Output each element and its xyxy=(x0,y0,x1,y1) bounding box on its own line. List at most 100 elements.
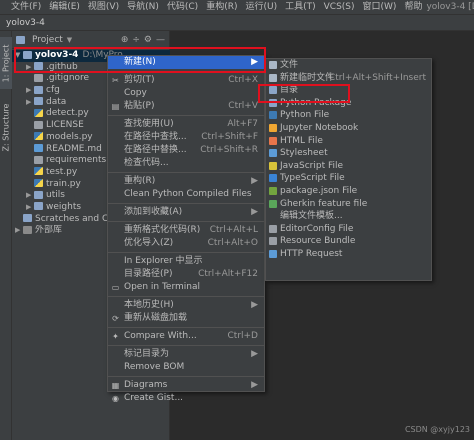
locate-icon[interactable]: ⊕ xyxy=(121,35,129,45)
submenu-item[interactable]: Python Package xyxy=(266,97,431,110)
context-menu-item[interactable]: 目录路径(P) Ctrl+Alt+F12 xyxy=(108,268,264,281)
shortcut-label: ▶ xyxy=(251,207,258,217)
context-menu-item[interactable]: 新建(N) ▶ xyxy=(108,56,264,69)
submenu-item[interactable]: 新建临时文件 Ctrl+Alt+Shift+Insert xyxy=(266,72,431,85)
file-type-icon xyxy=(269,111,277,120)
context-menu-item[interactable]: Remove BOM xyxy=(108,361,264,374)
chevron-right-icon[interactable]: ▶ xyxy=(26,85,34,97)
chevron-right-icon[interactable]: ▶ xyxy=(26,97,34,109)
menu-separator xyxy=(108,115,264,116)
menu-item[interactable]: 视图(V) xyxy=(84,0,123,15)
project-folder-icon xyxy=(16,35,25,44)
menu-item[interactable]: 代码(C) xyxy=(163,0,202,15)
submenu-item-label: HTTP Request xyxy=(280,248,343,259)
context-menu-item-label: 优化导入(Z) xyxy=(124,238,174,248)
submenu-item-label: HTML File xyxy=(280,135,323,146)
context-menu-item[interactable]: 本地历史(H) ▶ xyxy=(108,299,264,312)
folder-icon xyxy=(34,62,43,71)
context-menu-item[interactable]: 在路径中查找... Ctrl+Shift+F xyxy=(108,131,264,144)
chevron-right-icon[interactable]: ▶ xyxy=(26,190,34,202)
tree-item-label: README.md xyxy=(46,143,102,154)
menu-separator xyxy=(108,296,264,297)
submenu-item[interactable]: 编辑文件模板... xyxy=(266,210,431,223)
submenu-item-label: package.json File xyxy=(280,185,358,196)
context-menu-item[interactable]: In Explorer 中显示 xyxy=(108,255,264,268)
submenu-item[interactable]: Python File xyxy=(266,109,431,122)
context-menu-item[interactable]: 标记目录为 ▶ xyxy=(108,348,264,361)
submenu-item[interactable]: HTML File xyxy=(266,135,431,148)
tab-structure[interactable]: Z: Structure xyxy=(0,95,12,159)
context-menu-item[interactable]: Copy xyxy=(108,87,264,100)
submenu-item[interactable]: 文件 xyxy=(266,59,431,72)
file-type-icon xyxy=(269,73,277,82)
chevron-down-icon[interactable]: ▼ xyxy=(67,36,72,44)
context-menu-item[interactable]: 重新格式化代码(R) Ctrl+Alt+L xyxy=(108,224,264,237)
context-menu-item[interactable]: ◉ Create Gist... xyxy=(108,392,264,405)
submenu-item[interactable]: Gherkin feature file xyxy=(266,198,431,211)
submenu-item[interactable]: TypeScript File xyxy=(266,172,431,185)
submenu-item[interactable]: 目录 xyxy=(266,84,431,97)
shortcut-label: Ctrl+X xyxy=(228,75,258,85)
hide-icon[interactable]: — xyxy=(156,35,165,45)
submenu-item[interactable]: EditorConfig File xyxy=(266,223,431,236)
context-menu-item[interactable]: 重构(R) ▶ xyxy=(108,175,264,188)
context-menu-item-label: In Explorer 中显示 xyxy=(124,256,203,266)
context-menu-item[interactable]: 查找使用(U) Alt+F7 xyxy=(108,118,264,131)
menu-separator xyxy=(108,203,264,204)
menu-item[interactable]: 工具(T) xyxy=(281,0,320,15)
context-menu-item[interactable]: ✂ 剪切(T) Ctrl+X xyxy=(108,74,264,87)
menu-item[interactable]: 重构(R) xyxy=(202,0,241,15)
submenu-item[interactable]: HTTP Request xyxy=(266,248,431,261)
shortcut-label: Ctrl+Shift+R xyxy=(200,145,258,155)
tree-item-label: cfg xyxy=(46,85,60,96)
context-menu-item[interactable]: 检查代码... xyxy=(108,157,264,170)
context-menu-item[interactable]: ⟳ 重新从磁盘加载 xyxy=(108,312,264,325)
context-menu-item-label: 新建(N) xyxy=(124,57,156,67)
context-menu-item-label: Open in Terminal xyxy=(124,282,200,292)
submenu-item-label: Jupyter Notebook xyxy=(280,122,359,133)
submenu-item[interactable]: package.json File xyxy=(266,185,431,198)
shortcut-label: Ctrl+Alt+F12 xyxy=(198,269,258,279)
submenu-item[interactable]: Stylesheet xyxy=(266,147,431,160)
file-type-icon xyxy=(269,224,277,233)
submenu-item[interactable]: JavaScript File xyxy=(266,160,431,173)
submenu-item-label: TypeScript File xyxy=(280,173,345,184)
submenu-item[interactable]: Resource Bundle xyxy=(266,235,431,248)
chevron-right-icon[interactable]: ▶ xyxy=(26,62,34,74)
context-menu-item[interactable]: ▭ Open in Terminal xyxy=(108,281,264,294)
submenu-item[interactable]: Jupyter Notebook xyxy=(266,122,431,135)
context-menu-item[interactable]: 在路径中替换... Ctrl+Shift+R xyxy=(108,144,264,157)
menu-separator xyxy=(108,327,264,328)
menu-item[interactable]: VCS(S) xyxy=(320,0,359,15)
collapse-icon[interactable]: ÷ xyxy=(132,35,140,45)
chevron-right-icon[interactable]: ▶ xyxy=(26,202,34,214)
gear-icon[interactable]: ⚙ xyxy=(144,35,152,45)
menu-item-icon: ✂ xyxy=(112,76,119,85)
project-pane-title[interactable]: Project xyxy=(32,35,63,45)
context-menu-item[interactable]: Clean Python Compiled Files xyxy=(108,188,264,201)
chevron-down-icon[interactable]: ▼ xyxy=(15,50,23,62)
navigation-bar: yolov3-4 xyxy=(0,15,474,31)
context-menu-item[interactable]: 添加到收藏(A) ▶ xyxy=(108,206,264,219)
context-menu-item[interactable]: ▦ Diagrams ▶ xyxy=(108,379,264,392)
tab-project[interactable]: 1: Project xyxy=(0,37,12,89)
menu-item[interactable]: 窗口(W) xyxy=(359,0,401,15)
chevron-right-icon[interactable]: ▶ xyxy=(15,225,23,237)
context-menu-item[interactable]: 优化导入(Z) Ctrl+Alt+O xyxy=(108,237,264,250)
tree-item-label: 外部库 xyxy=(35,225,63,236)
context-menu-item-label: Copy xyxy=(124,88,147,98)
context-menu-item-label: Compare With... xyxy=(124,331,197,341)
context-menu-item[interactable]: ▤ 粘贴(P) Ctrl+V xyxy=(108,100,264,113)
menu-item[interactable]: 运行(U) xyxy=(241,0,281,15)
submenu-item-label: JavaScript File xyxy=(280,160,344,171)
menu-item[interactable]: 文件(F) xyxy=(7,0,45,15)
menu-item[interactable]: 编辑(E) xyxy=(45,0,84,15)
context-menu-item[interactable]: ✦ Compare With... Ctrl+D xyxy=(108,330,264,343)
shortcut-label: Ctrl+Alt+O xyxy=(207,238,258,248)
breadcrumb[interactable]: yolov3-4 xyxy=(6,18,45,28)
menu-item[interactable]: 导航(N) xyxy=(123,0,163,15)
tab-project-label: 1: Project xyxy=(1,44,11,82)
file-type-icon xyxy=(269,199,277,208)
shortcut-label: ▶ xyxy=(251,176,258,186)
menu-item[interactable]: 帮助 xyxy=(400,0,426,15)
